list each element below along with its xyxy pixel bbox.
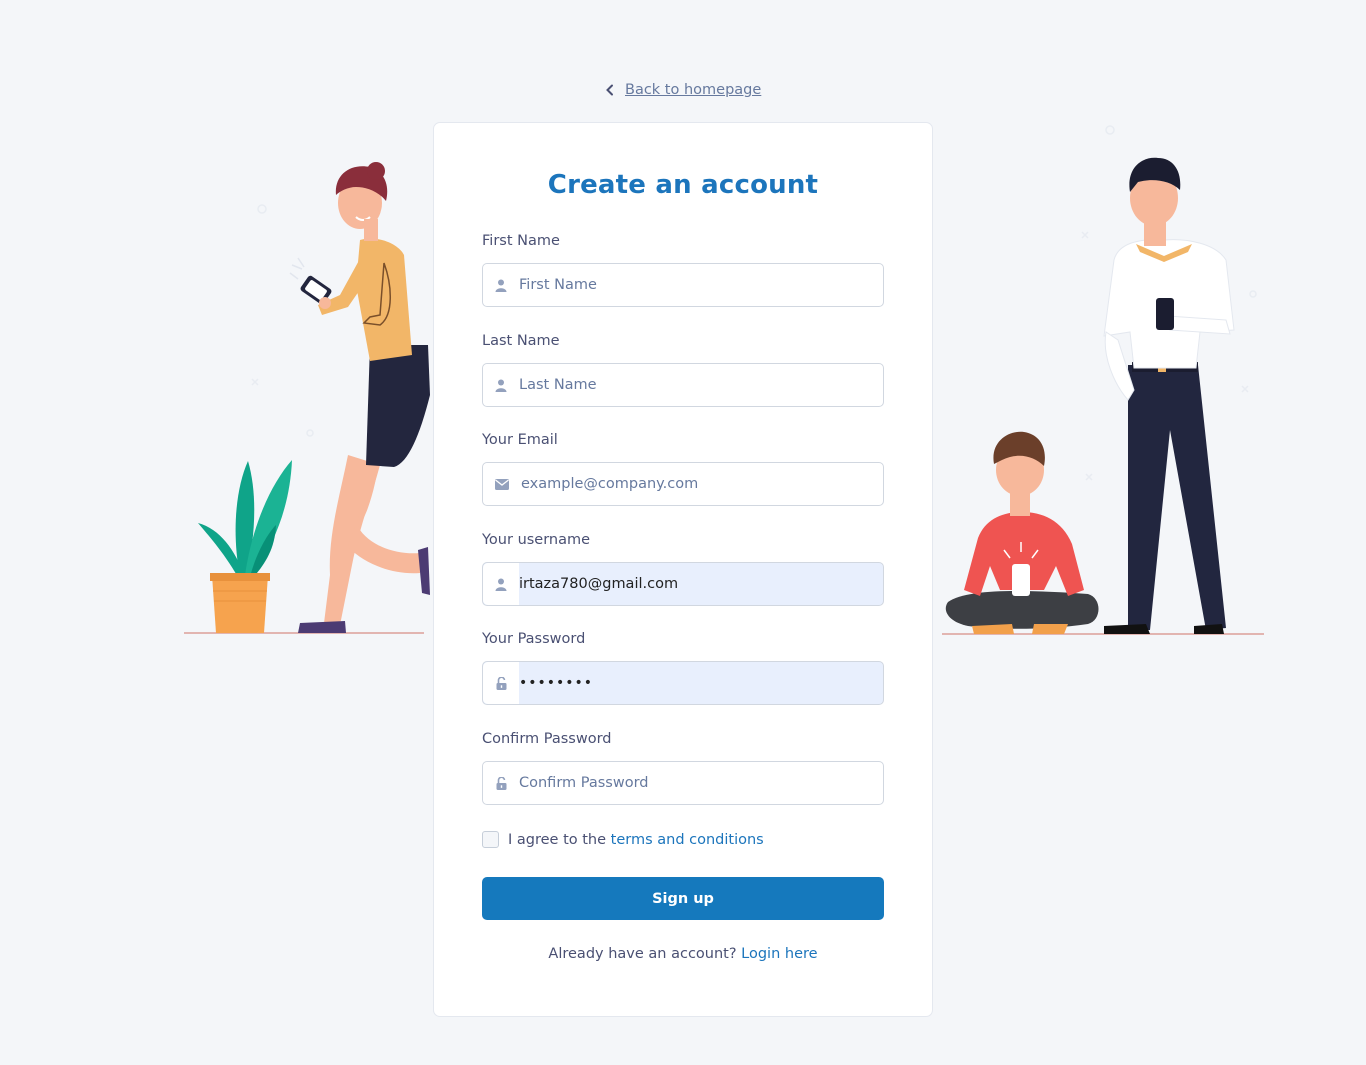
terms-link[interactable]: terms and conditions <box>611 832 764 848</box>
user-icon <box>483 264 519 306</box>
terms-agreement: I agree to the terms and conditions <box>482 831 764 848</box>
woman-with-plant-illustration <box>184 162 430 634</box>
password-label: Your Password <box>482 631 586 647</box>
unlock-icon <box>483 662 519 704</box>
unlock-icon <box>483 762 519 804</box>
first-name-label: First Name <box>482 233 560 249</box>
confirm-password-field[interactable] <box>482 761 884 805</box>
first-name-input[interactable] <box>519 264 883 306</box>
user-icon <box>483 364 519 406</box>
back-to-homepage-link[interactable]: Back to homepage <box>604 82 761 98</box>
last-name-field[interactable] <box>482 363 884 407</box>
password-field[interactable] <box>482 661 884 705</box>
password-input[interactable] <box>519 662 883 704</box>
email-field[interactable] <box>482 462 884 506</box>
terms-checkbox[interactable] <box>482 831 499 848</box>
confirm-password-input[interactable] <box>519 762 883 804</box>
login-prompt-line: Already have an account? Login here <box>0 946 1366 962</box>
login-link[interactable]: Login here <box>741 946 817 962</box>
login-prompt: Already have an account? <box>548 946 737 962</box>
username-field[interactable] <box>482 562 884 606</box>
username-label: Your username <box>482 532 591 548</box>
email-input[interactable] <box>521 463 883 505</box>
envelope-icon <box>483 463 521 505</box>
last-name-label: Last Name <box>482 333 560 349</box>
first-name-field[interactable] <box>482 263 884 307</box>
back-link-label: Back to homepage <box>625 82 762 98</box>
chevron-left-icon <box>606 84 613 96</box>
username-input[interactable] <box>519 563 883 605</box>
signup-button[interactable]: Sign up <box>482 877 884 920</box>
last-name-input[interactable] <box>519 364 883 406</box>
email-label: Your Email <box>482 432 558 448</box>
page-title: Create an account <box>547 170 819 200</box>
user-icon <box>483 563 519 605</box>
terms-prefix: I agree to the <box>508 831 607 848</box>
confirm-password-label: Confirm Password <box>482 731 612 747</box>
